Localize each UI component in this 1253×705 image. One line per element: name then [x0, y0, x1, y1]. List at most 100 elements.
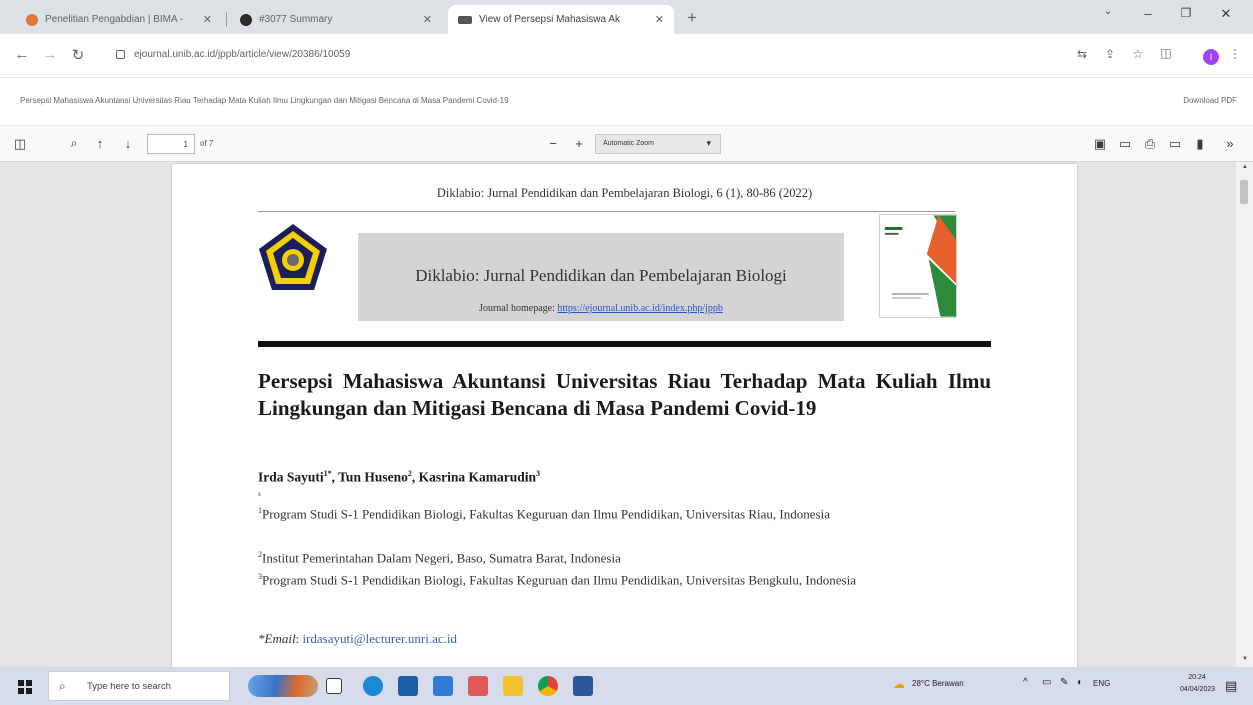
find-search-icon[interactable]: ⌕ [64, 136, 84, 151]
author-mark: 1* [323, 469, 332, 478]
profile-avatar[interactable]: I [1203, 49, 1219, 65]
bookmark-icon[interactable]: ▮ [1190, 136, 1210, 152]
taskbar-search-box[interactable]: ⌕ Type here to search [48, 671, 230, 701]
close-tab-icon[interactable]: ✕ [203, 13, 212, 26]
new-tab-icon[interactable]: + [680, 8, 704, 28]
reload-icon[interactable]: ↻ [68, 46, 88, 64]
zoom-in-icon[interactable]: + [569, 136, 589, 151]
tab-search-chevron-icon[interactable]: ⌄ [1094, 6, 1122, 17]
restore-window-icon[interactable]: ❐ [1172, 6, 1200, 20]
affiliation-text: Program Studi S-1 Pendidikan Biologi, Fa… [262, 572, 856, 588]
journal-homepage: Journal homepage: https://ejournal.unib.… [358, 303, 844, 314]
side-panel-icon[interactable]: ◫ [1157, 46, 1175, 60]
close-tab-icon[interactable]: ✕ [423, 13, 432, 26]
article-title-link[interactable]: Persepsi Mahasiswa Akuntansi Universitas… [20, 96, 509, 105]
open-file-icon[interactable]: ▭ [1115, 136, 1135, 152]
task-view-icon[interactable] [326, 678, 342, 694]
mail-icon[interactable] [398, 676, 418, 696]
tools-chevron-icon[interactable]: » [1220, 136, 1240, 151]
close-window-icon[interactable]: ✕ [1212, 6, 1240, 22]
save-icon[interactable]: ▭ [1165, 136, 1185, 152]
clock-time: 20:24 [1188, 674, 1206, 681]
zoom-select[interactable]: Automatic Zoom ▾ [595, 134, 721, 154]
search-highlight-image[interactable] [248, 675, 318, 697]
browser-tab-strip: Penelitian Pengabdian | BIMA - ✕ #3077 S… [0, 0, 1253, 34]
file-explorer-icon[interactable] [503, 676, 523, 696]
network-icon[interactable]: ▭ [1042, 677, 1051, 688]
clock-date: 04/04/2023 [1180, 686, 1216, 693]
share-icon[interactable]: ⇪ [1101, 47, 1119, 61]
lock-icon [116, 50, 125, 59]
chrome-icon[interactable] [538, 676, 558, 696]
next-page-icon[interactable]: ↓ [118, 136, 138, 151]
edge-browser-icon[interactable] [363, 676, 383, 696]
volume-icon[interactable]: ◖ [1076, 677, 1082, 688]
tab-penelitian[interactable]: Penelitian Pengabdian | BIMA - ✕ [16, 5, 222, 34]
affiliation-text: Program Studi S-1 Pendidikan Biologi, Fa… [262, 506, 830, 522]
print-icon[interactable]: ⎙ [1140, 136, 1160, 152]
tab-favicon-icon [458, 15, 472, 24]
scrollbar-thumb[interactable] [1240, 180, 1248, 204]
tab-title: Penelitian Pengabdian | BIMA - [45, 14, 184, 25]
tab-title: #3077 Summary [259, 14, 333, 25]
pdf-viewer-container[interactable]: Diklabio: Jurnal Pendidikan dan Pembelaj… [0, 162, 1253, 667]
journal-banner: Diklabio: Jurnal Pendidikan dan Pembelaj… [358, 233, 844, 321]
back-arrow-icon[interactable]: ← [12, 46, 32, 63]
show-hidden-icons-icon[interactable]: ^ [1023, 677, 1028, 688]
browser-toolbar: ← → ↻ ejournal.unib.ac.id/jppb/article/v… [0, 34, 1253, 78]
email-address[interactable]: irdasayuti@lecturer.unri.ac.id [302, 631, 457, 646]
author-mark: 2 [407, 469, 412, 478]
vertical-scrollbar[interactable]: ▲ ▼ [1236, 162, 1253, 667]
sidebar-toggle-icon[interactable]: ◫ [10, 136, 30, 152]
homepage-link[interactable]: https://ejournal.unib.ac.id/index.php/jp… [557, 303, 723, 314]
calendar-app-icon[interactable] [468, 676, 488, 696]
address-bar[interactable]: ejournal.unib.ac.id/jppb/article/view/20… [108, 42, 1063, 71]
close-tab-icon[interactable]: ✕ [655, 13, 664, 26]
previous-page-icon[interactable]: ↑ [90, 136, 110, 151]
author-name: Irda Sayuti [258, 469, 324, 485]
browser-menu-icon[interactable]: ⋮ [1226, 47, 1244, 61]
tab-favicon-icon [26, 13, 38, 26]
tab-title: View of Persepsi Mahasiswa Ak [479, 14, 620, 25]
tab-view-of-persepsi[interactable]: View of Persepsi Mahasiswa Ak ✕ [448, 5, 674, 34]
word-icon[interactable] [573, 676, 593, 696]
language-indicator[interactable]: ENG [1093, 679, 1110, 688]
tab-favicon-icon [240, 13, 252, 26]
bookmark-star-icon[interactable]: ☆ [1129, 47, 1147, 61]
forward-arrow-icon[interactable]: → [40, 46, 60, 63]
notification-center-icon[interactable]: ▤ [1225, 678, 1237, 694]
zoom-value: Automatic Zoom [603, 140, 654, 147]
affiliation-text: Institut Pemerintahan Dalam Negeri, Baso… [262, 550, 621, 566]
screen: Penelitian Pengabdian | BIMA - ✕ #3077 S… [0, 0, 1253, 705]
scroll-down-icon[interactable]: ▼ [1242, 656, 1248, 662]
zoom-out-icon[interactable]: − [543, 136, 563, 151]
search-placeholder: Type here to search [87, 681, 171, 692]
translate-icon[interactable]: ⇆ [1073, 47, 1091, 61]
download-pdf-link[interactable]: Download PDF [1183, 96, 1237, 105]
pen-icon[interactable]: ✎ [1060, 677, 1068, 688]
pdf-page: Diklabio: Jurnal Pendidikan dan Pembelaj… [172, 164, 1077, 667]
windows-start-icon[interactable] [18, 680, 32, 694]
paper-title: Persepsi Mahasiswa Akuntansi Universitas… [258, 369, 991, 420]
tab-summary[interactable]: #3077 Summary ✕ [230, 5, 442, 34]
title-divider [258, 341, 991, 347]
weather-icon[interactable]: ☁ [893, 677, 905, 691]
header-divider [258, 211, 955, 212]
page-number-input[interactable]: 1 [147, 134, 195, 154]
running-head: Diklabio: Jurnal Pendidikan dan Pembelaj… [436, 186, 813, 200]
url-text: ejournal.unib.ac.id/jppb/article/view/20… [134, 49, 351, 60]
email-label: *Email [258, 631, 296, 646]
store-icon[interactable] [433, 676, 453, 696]
pdf-toolbar: ◫ ⌕ ↑ ↓ 1 of 7 − + Automatic Zoom ▾ ▣ ▭ … [0, 126, 1253, 162]
author-list: Irda Sayuti1*, Tun Huseno2, Kasrina Kama… [258, 469, 540, 485]
article-title-bar: Persepsi Mahasiswa Akuntansi Universitas… [0, 78, 1253, 126]
minimize-icon[interactable]: – [1134, 6, 1162, 21]
presentation-mode-icon[interactable]: ▣ [1090, 136, 1110, 152]
system-clock[interactable]: 20:24 04/04/2023 [1180, 672, 1216, 696]
corresponding-email: *Email: irdasayuti@lecturer.unri.ac.id [258, 631, 457, 646]
affiliation-1: 1Program Studi S-1 Pendidikan Biologi, F… [258, 502, 991, 522]
affiliation-3: 3Program Studi S-1 Pendidikan Biologi, F… [258, 568, 991, 588]
weather-text[interactable]: 28°C Berawan [912, 679, 964, 688]
author-name: Tun Huseno [338, 469, 408, 485]
scroll-up-icon[interactable]: ▲ [1242, 164, 1248, 170]
